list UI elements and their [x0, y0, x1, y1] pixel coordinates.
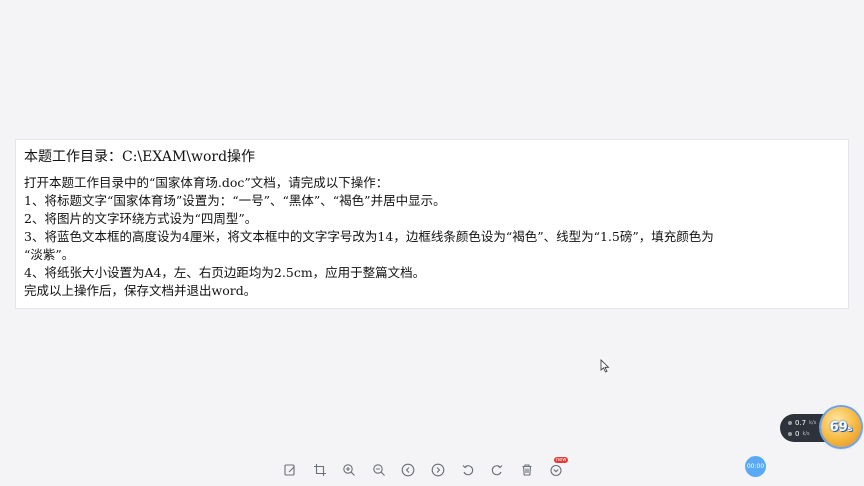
edit-button[interactable]	[278, 458, 302, 482]
score-ball-text: 69s	[830, 420, 853, 435]
zoom-in-button[interactable]	[337, 458, 361, 482]
more-button[interactable]: new	[544, 457, 569, 482]
crop-icon	[313, 464, 326, 476]
previous-button[interactable]	[396, 458, 420, 482]
task-line-3-cont: “淡紫”。	[24, 247, 75, 262]
upload-speed-value: 0.7	[795, 418, 807, 427]
timer-button[interactable]: 00:00	[745, 456, 766, 477]
undo-button[interactable]	[456, 458, 480, 482]
undo-icon	[462, 465, 473, 476]
zoom-out-button[interactable]	[367, 458, 391, 482]
task-line-3: 3、将蓝色文本框的高度设为4厘米，将文本框中的文字字号改为14，边框线条颜色设为…	[24, 229, 714, 244]
previous-icon	[402, 463, 415, 477]
bottom-toolbar: new	[278, 457, 574, 482]
more-icon	[550, 464, 562, 477]
zoom-out-icon	[373, 464, 385, 476]
crop-button[interactable]	[308, 458, 332, 482]
new-badge: new	[554, 457, 569, 463]
trash-icon	[522, 464, 532, 476]
task-line-2: 2、将图片的文字环绕方式设为“四周型”。	[24, 211, 258, 226]
download-dot-icon	[788, 431, 792, 436]
upload-speed-unit: k/s	[809, 419, 817, 426]
download-speed-value: 0	[795, 429, 800, 438]
score-suffix: s	[847, 423, 853, 433]
screen: 本题工作目录：C:\EXAM\word操作 打开本题工作目录中的“国家体育场.d…	[0, 0, 864, 486]
redo-button[interactable]	[485, 458, 509, 482]
edit-icon	[284, 464, 295, 476]
timer-label: 00:00	[746, 463, 765, 470]
delete-button[interactable]	[515, 458, 539, 482]
zoom-in-icon	[343, 464, 356, 476]
score-ball[interactable]: 69s	[821, 407, 861, 447]
redo-icon	[491, 465, 503, 476]
task-line-intro: 打开本题工作目录中的“国家体育场.doc”文档，请完成以下操作：	[24, 175, 389, 190]
next-icon	[431, 463, 445, 477]
download-speed-unit: k/s	[802, 430, 810, 437]
task-line-4: 4、将纸张大小设置为A4，左、右页边距均为2.5cm，应用于整篇文档。	[24, 265, 426, 280]
upload-dot-icon	[788, 420, 792, 425]
task-line-final: 完成以上操作后，保存文档并退出word。	[24, 283, 257, 298]
task-line-1: 1、将标题文字“国家体育场”设置为：“一号”、“黑体”、“褐色”并居中显示。	[24, 193, 446, 208]
task-directory: 本题工作目录：C:\EXAM\word操作	[24, 149, 256, 165]
mouse-cursor-icon	[600, 359, 610, 373]
score-value: 69	[829, 419, 848, 435]
next-button[interactable]	[426, 458, 450, 482]
task-instructions-card: 本题工作目录：C:\EXAM\word操作 打开本题工作目录中的“国家体育场.d…	[15, 139, 849, 309]
